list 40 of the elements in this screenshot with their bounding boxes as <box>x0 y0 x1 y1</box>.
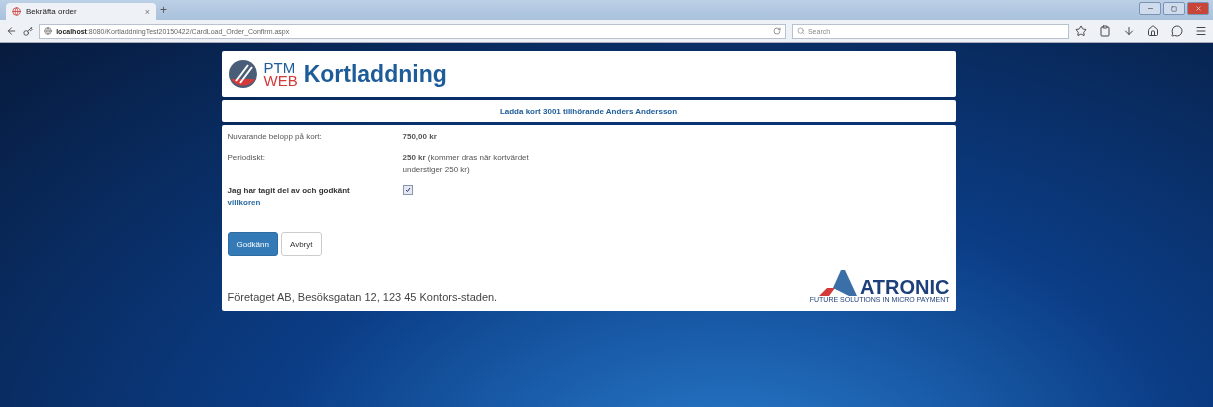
browser-tab[interactable]: Bekräfta order × <box>6 3 156 20</box>
reload-icon[interactable] <box>772 27 781 35</box>
chat-icon[interactable] <box>1171 25 1183 37</box>
tab-close[interactable]: × <box>144 6 150 17</box>
minimize-icon <box>1146 5 1154 12</box>
approve-button[interactable]: Godkänn <box>227 232 278 256</box>
back-icon[interactable] <box>6 25 18 37</box>
field-value: 750,00 kr <box>402 131 438 143</box>
logo-text: PTM <box>263 61 297 74</box>
page-title: Kortladdning <box>303 60 447 88</box>
brand-logo-icon <box>818 270 857 296</box>
logo-icon <box>227 59 258 89</box>
field-value: 250 kr (kommer dras när kortvärdet understiger 250 kr) <box>402 152 530 176</box>
terms-checkbox[interactable] <box>402 185 413 195</box>
maximize-icon <box>1171 5 1177 12</box>
terms-link[interactable]: villkoren <box>227 198 261 207</box>
globe-icon <box>44 27 53 35</box>
search-icon <box>796 27 805 35</box>
terms-label: Jag har tagit del av och godkänt <box>227 186 350 195</box>
maximize-button[interactable] <box>1163 2 1185 15</box>
close-icon <box>1194 5 1202 12</box>
page-icon <box>12 7 21 16</box>
star-icon[interactable] <box>1075 25 1087 37</box>
clipboard-icon[interactable] <box>1099 25 1111 37</box>
menu-icon[interactable] <box>1195 25 1207 37</box>
cancel-button[interactable]: Avbryt <box>280 232 322 256</box>
brand-name: ATRONIC <box>859 278 950 296</box>
minimize-button[interactable] <box>1139 2 1161 15</box>
tab-title: Bekräfta order <box>26 7 78 16</box>
field-label: Nuvarande belopp på kort: <box>227 131 323 143</box>
card-banner: Ladda kort 3001 tillhörande Anders Andersson <box>221 100 956 122</box>
home-icon[interactable] <box>1147 25 1159 37</box>
company-address: Företaget AB, Besöksgatan 12, 123 45 Kontors-staden. <box>227 291 498 303</box>
logo-text: WEB <box>263 74 298 87</box>
download-icon[interactable] <box>1123 25 1135 37</box>
checkmark-icon <box>404 187 411 193</box>
new-tab-button[interactable]: + <box>160 3 167 17</box>
key-icon[interactable] <box>23 25 34 37</box>
field-label: Periodiskt: <box>227 152 266 164</box>
close-button[interactable] <box>1187 2 1209 15</box>
